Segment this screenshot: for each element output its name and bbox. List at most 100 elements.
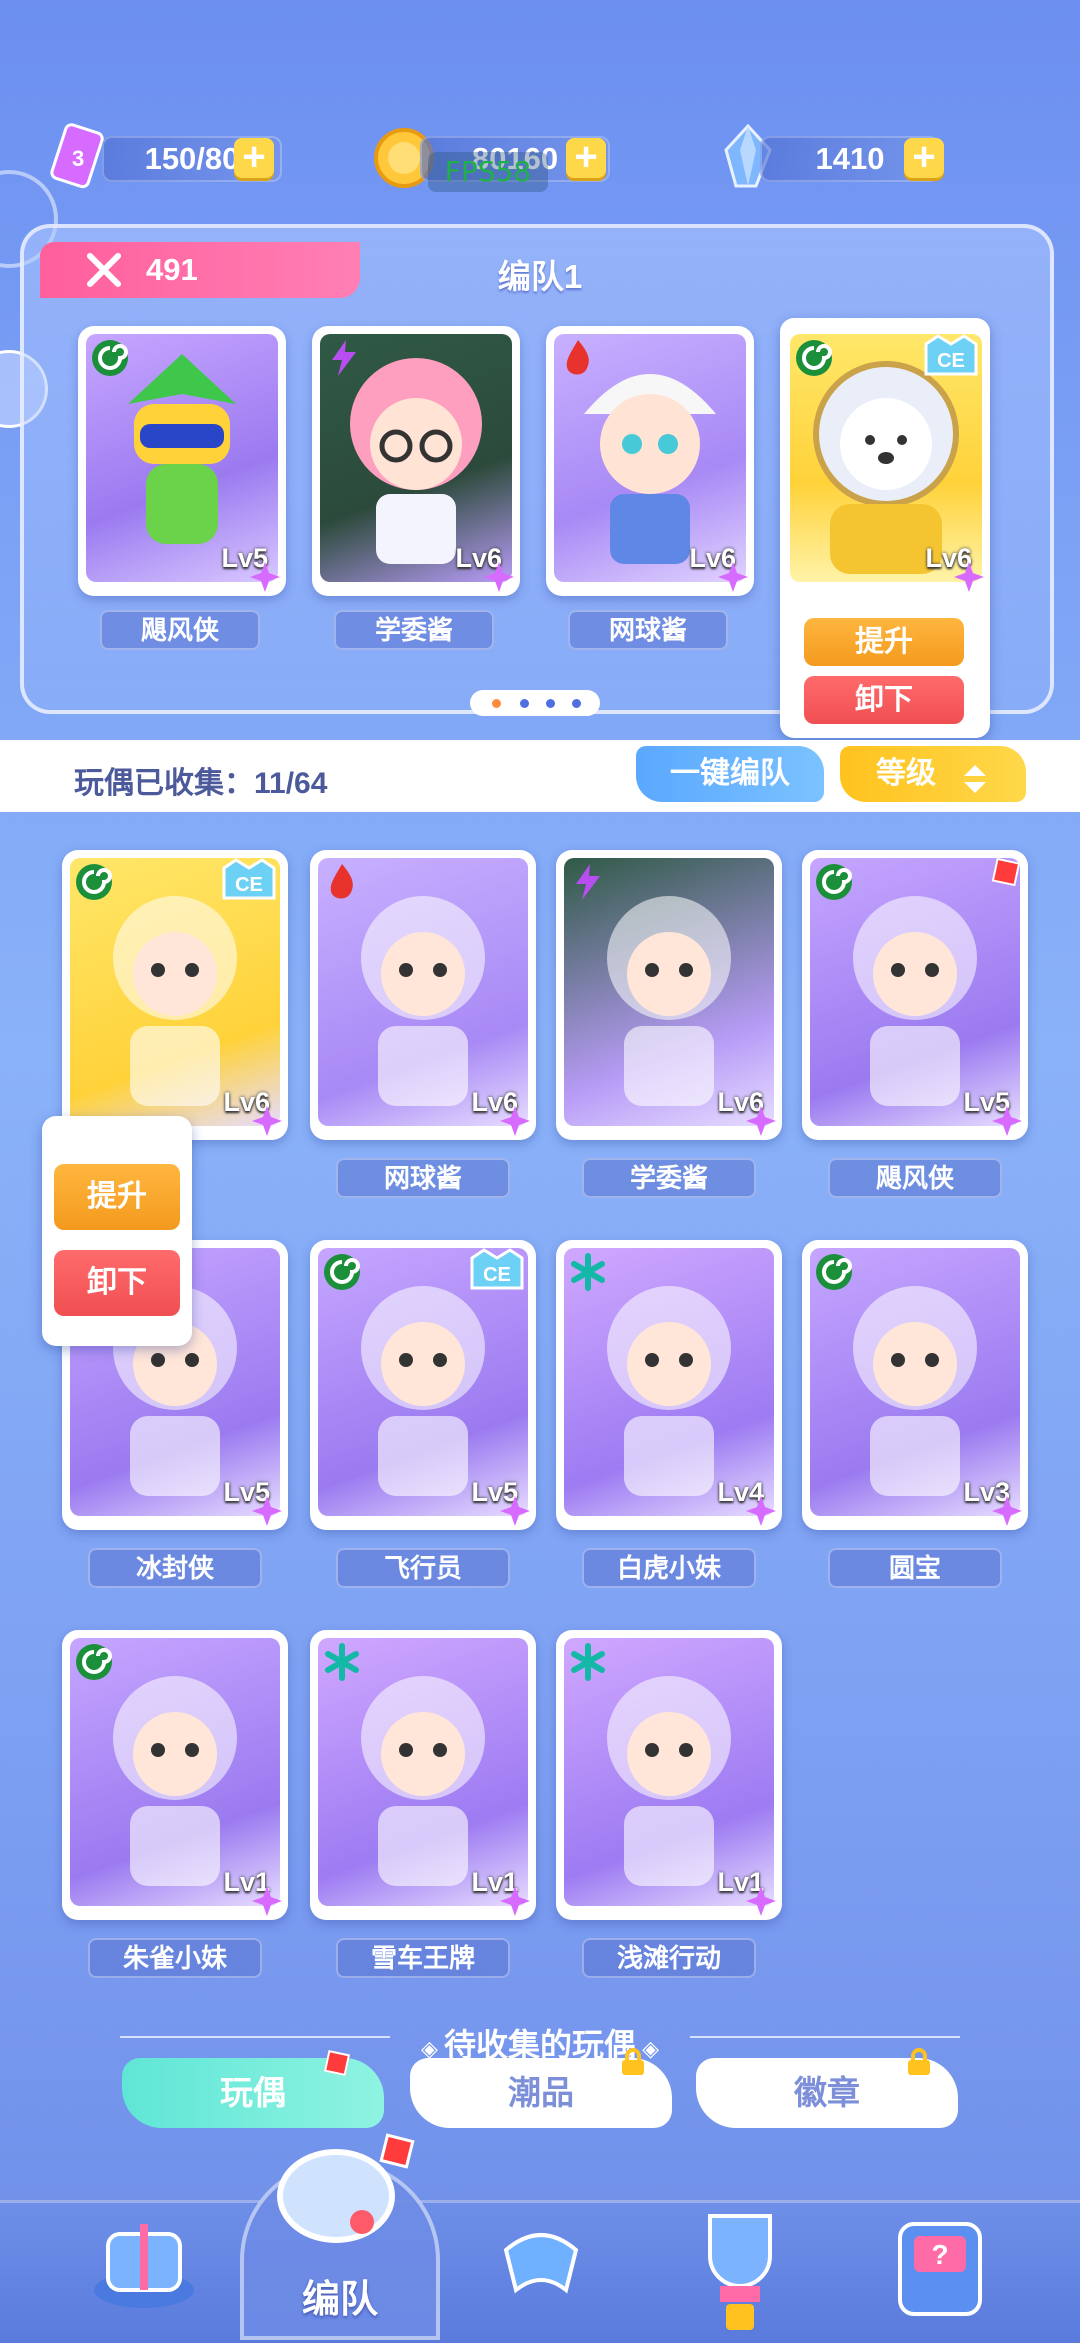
doll-card[interactable]: Lv6 CE xyxy=(62,850,288,1140)
doll-name-tag: 浅滩行动 xyxy=(582,1938,756,1978)
sparkle-icon xyxy=(746,1496,776,1526)
wind-element-icon xyxy=(814,1252,854,1292)
page-dot[interactable] xyxy=(572,699,581,708)
lightning-element-icon xyxy=(324,338,364,378)
team-slot-card[interactable]: Lv6 xyxy=(312,326,520,596)
ce-badge-label: CE xyxy=(235,874,263,896)
doll-name-tag: 飓风侠 xyxy=(828,1158,1002,1198)
sort-button[interactable]: 等级 xyxy=(840,746,1026,802)
doll-card[interactable]: Lv5 CE xyxy=(310,1240,536,1530)
sparkle-icon xyxy=(746,1886,776,1916)
doll-card[interactable]: Lv6 xyxy=(556,850,782,1140)
add-energy-button[interactable]: + xyxy=(234,137,274,178)
nav-gamepad-icon[interactable] xyxy=(486,2210,596,2310)
doll-card[interactable]: Lv1 xyxy=(310,1630,536,1920)
notification-badge xyxy=(991,857,1021,887)
team-remove-button[interactable]: 卸下 xyxy=(804,676,964,724)
ice-element-icon xyxy=(568,1642,608,1682)
sparkle-icon xyxy=(484,562,514,592)
team-upgrade-button[interactable]: 提升 xyxy=(804,618,964,666)
sort-label: 等级 xyxy=(876,757,936,790)
page-dot[interactable] xyxy=(546,699,555,708)
sparkle-icon xyxy=(746,1106,776,1136)
ce-badge-label: CE xyxy=(937,350,965,372)
page-dot[interactable] xyxy=(520,699,529,708)
quick-team-button[interactable]: 一键编队 xyxy=(636,746,824,802)
doll-name-tag: 白虎小妹 xyxy=(582,1548,756,1588)
ce-badge: CE xyxy=(468,1248,526,1292)
nav-team-whistle-icon[interactable] xyxy=(266,2126,416,2266)
wind-element-icon xyxy=(814,862,854,902)
wind-element-icon xyxy=(74,1642,114,1682)
sparkle-icon xyxy=(500,1886,530,1916)
wind-element-icon xyxy=(74,862,114,902)
fire-element-icon xyxy=(558,338,598,378)
wind-element-icon xyxy=(90,338,130,378)
doll-name-tag: 网球酱 xyxy=(336,1158,510,1198)
svg-text:?: ? xyxy=(931,2239,948,2270)
page-dot-active[interactable] xyxy=(492,699,501,708)
ice-element-icon xyxy=(568,1252,608,1292)
team-slot-card[interactable]: Lv6 xyxy=(546,326,754,596)
doll-card[interactable]: Lv1 xyxy=(556,1630,782,1920)
doll-name-tag: 学委酱 xyxy=(582,1158,756,1198)
doll-name-tag: 冰封侠 xyxy=(88,1548,262,1588)
svg-text:3: 3 xyxy=(72,146,84,171)
nav-trophy-icon[interactable] xyxy=(680,2196,800,2336)
ce-badge: CE xyxy=(922,334,980,378)
doll-remove-button[interactable]: 卸下 xyxy=(54,1250,180,1316)
collection-progress: 玩偶已收集：11/64 xyxy=(74,758,327,802)
doll-name-tag: 网球酱 xyxy=(568,610,728,650)
doll-card[interactable]: Lv3 xyxy=(802,1240,1028,1530)
team-page-indicator xyxy=(470,690,600,716)
doll-card[interactable]: Lv5 xyxy=(802,850,1028,1140)
wind-element-icon xyxy=(794,338,834,378)
doll-card[interactable]: Lv1 xyxy=(62,1630,288,1920)
sparkle-icon xyxy=(954,562,984,592)
ce-badge-label: CE xyxy=(483,1264,511,1286)
add-gems-button[interactable]: + xyxy=(904,137,944,178)
sparkle-icon xyxy=(500,1496,530,1526)
tab-label: 潮品 xyxy=(508,2074,574,2111)
crossed-swords-icon xyxy=(86,252,122,296)
wind-element-icon xyxy=(322,1252,362,1292)
add-coins-button[interactable]: + xyxy=(566,137,606,178)
notification-badge xyxy=(323,2049,351,2077)
tab-label: 玩偶 xyxy=(220,2074,286,2111)
gem-value: 1410 xyxy=(815,141,885,176)
ce-badge: CE xyxy=(220,858,278,902)
sort-arrows-icon xyxy=(962,758,988,814)
doll-upgrade-button[interactable]: 提升 xyxy=(54,1164,180,1230)
sparkle-icon xyxy=(252,1496,282,1526)
doll-name-tag: 飞行员 xyxy=(336,1548,510,1588)
doll-name-tag: 朱雀小妹 xyxy=(88,1938,262,1978)
collection-count: 11/64 xyxy=(254,767,328,800)
sparkle-icon xyxy=(250,562,280,592)
lightning-element-icon xyxy=(568,862,608,902)
fire-element-icon xyxy=(322,862,362,902)
team-power-badge: 491 xyxy=(40,242,360,298)
energy-ticket-icon: 3 xyxy=(46,120,110,192)
energy-value: 150/80 xyxy=(144,141,240,176)
lock-icon xyxy=(620,2048,646,2076)
sparkle-icon xyxy=(252,1886,282,1916)
doll-name-tag: 飓风侠 xyxy=(100,610,260,650)
doll-card[interactable]: Lv4 xyxy=(556,1240,782,1530)
doll-name-tag: 雪车王牌 xyxy=(336,1938,510,1978)
lock-icon xyxy=(906,2048,932,2076)
nav-mystery-machine-icon[interactable]: ? xyxy=(880,2204,1000,2324)
team-slot-card-selected[interactable]: CE Lv6 xyxy=(782,326,990,596)
team-power-value: 491 xyxy=(146,252,198,287)
sparkle-icon xyxy=(252,1106,282,1136)
doll-card[interactable]: Lv6 xyxy=(310,850,536,1140)
nav-active-label: 编队 xyxy=(301,2279,378,2321)
ice-element-icon xyxy=(322,1642,362,1682)
sparkle-icon xyxy=(992,1496,1022,1526)
doll-name-tag: 圆宝 xyxy=(828,1548,1002,1588)
doll-name-tag: 学委酱 xyxy=(334,610,494,650)
nav-gift-icon[interactable] xyxy=(84,2204,204,2314)
sparkle-icon xyxy=(992,1106,1022,1136)
team-slot-card[interactable]: Lv5 xyxy=(78,326,286,596)
team-title: 编队1 xyxy=(497,258,583,295)
sparkle-icon xyxy=(500,1106,530,1136)
